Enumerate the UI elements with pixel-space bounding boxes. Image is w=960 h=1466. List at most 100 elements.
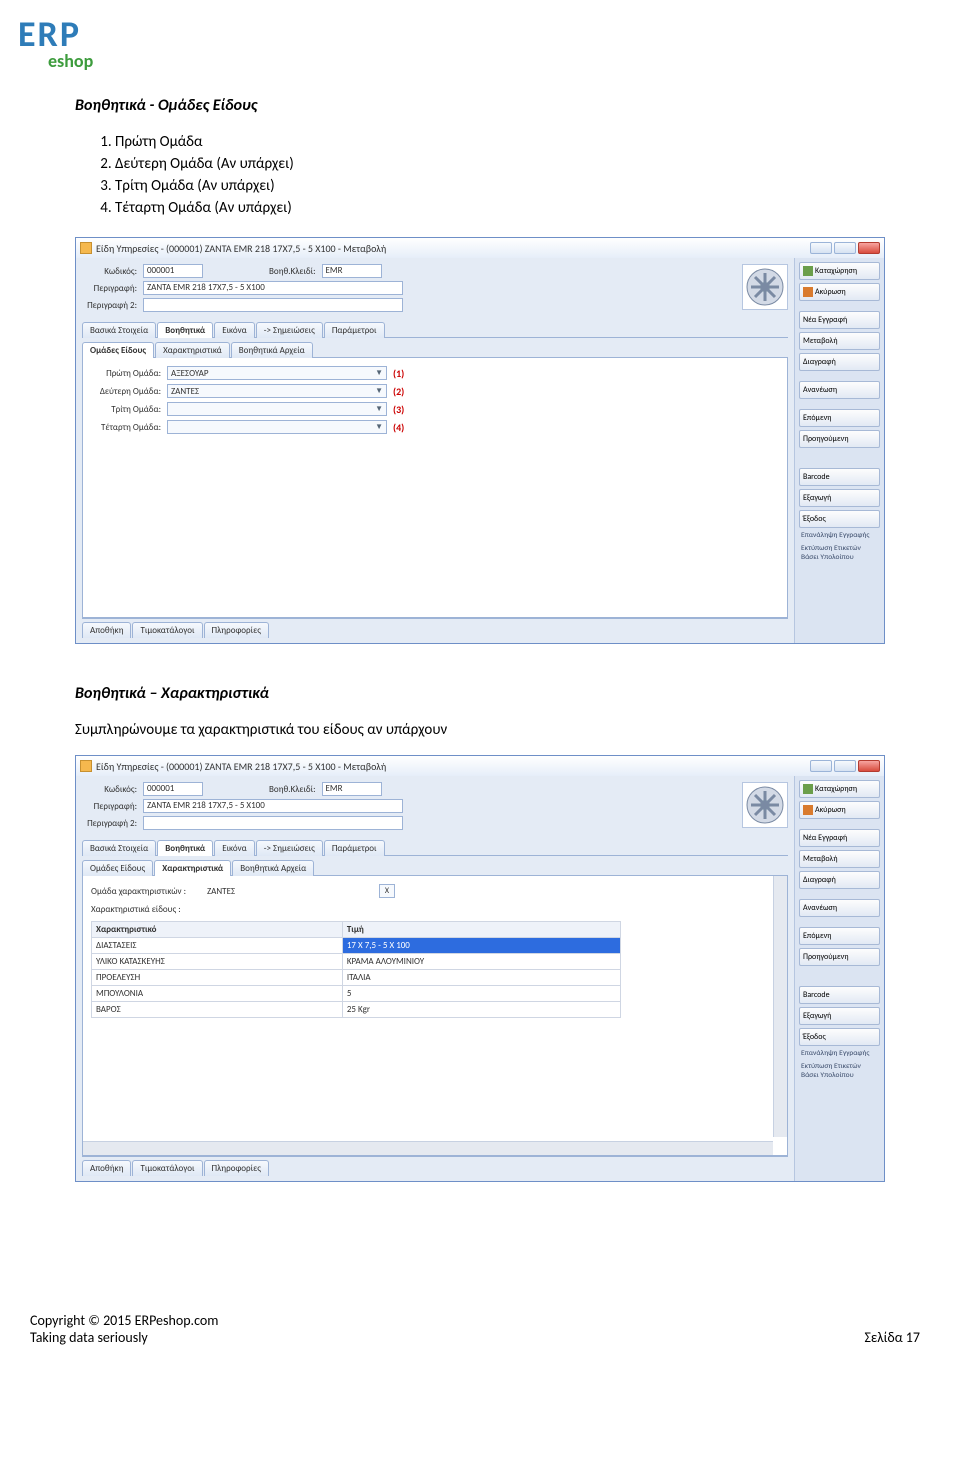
minimize-button[interactable] — [810, 242, 832, 254]
subtab-groups[interactable]: Ομάδες Είδους — [82, 342, 154, 358]
edit-button[interactable]: Μεταβολή — [799, 332, 880, 350]
code-label: Κωδικός: — [82, 266, 137, 277]
logo-eshop: eshop — [48, 50, 93, 72]
print-labels-label: Εκτύπωση Ετικετών Βάσει Υπολοίπου — [799, 1062, 880, 1081]
btab-pricelist[interactable]: Τιμοκατάλογοι — [132, 622, 202, 638]
group1-select[interactable]: ΑΞΕΣΟΥΑΡ▼ — [167, 366, 387, 380]
section-body-2: Συμπληρώνουμε τα χαρακτηριστικά του είδο… — [75, 721, 885, 739]
new-button[interactable]: Νέα Εγγραφή — [799, 829, 880, 847]
footer-copyright: Copyright © 2015 ERPeshop.com — [30, 1312, 930, 1329]
group3-label: Τρίτη Ομάδα: — [91, 404, 161, 415]
window-icon — [80, 242, 92, 254]
subtab-groups[interactable]: Ομάδες Είδους — [82, 860, 153, 876]
table-row[interactable]: ΒΑΡΟΣ25 Kgr — [92, 1002, 621, 1018]
save-button[interactable]: Καταχώρηση — [799, 780, 880, 798]
desc2-input[interactable] — [143, 816, 403, 830]
desc2-input[interactable] — [143, 298, 403, 312]
table-row[interactable]: ΜΠΟΥΛΟΝΙΑ5 — [92, 986, 621, 1002]
scrollbar-vertical[interactable] — [773, 876, 787, 1137]
group3-select[interactable]: ▼ — [167, 402, 387, 416]
char-group-select[interactable]: ΖΑΝΤΕΣ — [207, 886, 367, 897]
tab-notes[interactable]: -> Σημειώσεις — [256, 840, 323, 856]
window-titlebar-2: Είδη Υπηρεσίες - (000001) ZANTA EMR 218 … — [76, 756, 884, 776]
desc-input[interactable]: ZANTA EMR 218 17X7,5 - 5 X100 — [143, 281, 403, 295]
refresh-button[interactable]: Ανανέωση — [799, 899, 880, 917]
screenshot-characteristics: Είδη Υπηρεσίες - (000001) ZANTA EMR 218 … — [75, 755, 885, 1182]
list-item: Τρίτη Ομάδα (Αν υπάρχει) — [115, 177, 885, 195]
tab-basic[interactable]: Βασικά Στοιχεία — [82, 322, 156, 338]
btab-pricelist[interactable]: Τιμοκατάλογοι — [132, 1160, 202, 1176]
section-heading-2: Βοηθητικά – Χαρακτηριστικά — [75, 684, 885, 703]
delete-button[interactable]: Διαγραφή — [799, 353, 880, 371]
next-button[interactable]: Επόμενη — [799, 409, 880, 427]
group2-select[interactable]: ΖΑΝΤΕΣ▼ — [167, 384, 387, 398]
print-labels-label: Εκτύπωση Ετικετών Βάσει Υπολοίπου — [799, 544, 880, 563]
save-button[interactable]: Καταχώρηση — [799, 262, 880, 280]
tab-notes[interactable]: -> Σημειώσεις — [256, 322, 323, 338]
desc-label: Περιγραφή: — [82, 283, 137, 294]
close-button[interactable] — [858, 242, 880, 254]
exit-button[interactable]: Έξοδος — [799, 1028, 880, 1046]
chars-panel: Ομάδα χαρακτηριστικών : ΖΑΝΤΕΣ X Χαρακτη… — [82, 876, 788, 1156]
export-button[interactable]: Εξαγωγή — [799, 489, 880, 507]
maximize-button[interactable] — [834, 242, 856, 254]
cancel-button[interactable]: Ακύρωση — [799, 801, 880, 819]
tab-aux[interactable]: Βοηθητικά — [157, 840, 213, 856]
code-label: Κωδικός: — [82, 784, 137, 795]
footer-page: Σελίδα 17 — [864, 1329, 920, 1346]
mark-4: (4) — [393, 421, 404, 434]
new-button[interactable]: Νέα Εγγραφή — [799, 311, 880, 329]
next-button[interactable]: Επόμενη — [799, 927, 880, 945]
hkey-input[interactable]: EMR — [322, 782, 382, 796]
desc-input[interactable]: ZANTA EMR 218 17X7,5 - 5 X100 — [143, 799, 403, 813]
subtab-files[interactable]: Βοηθητικά Αρχεία — [231, 342, 313, 358]
mark-3: (3) — [393, 403, 404, 416]
tab-basic[interactable]: Βασικά Στοιχεία — [82, 840, 156, 856]
cancel-button[interactable]: Ακύρωση — [799, 283, 880, 301]
btab-stock[interactable]: Αποθήκη — [82, 1160, 131, 1176]
tab-image[interactable]: Εικόνα — [214, 840, 255, 856]
table-row[interactable]: ΔΙΑΣΤΑΣΕΙΣ17 X 7,5 - 5 X 100 — [92, 938, 621, 954]
characteristics-table[interactable]: ΧαρακτηριστικόΤιμή ΔΙΑΣΤΑΣΕΙΣ17 X 7,5 - … — [91, 921, 621, 1018]
table-row[interactable]: ΥΛΙΚΟ ΚΑΤΑΣΚΕΥΗΣΚΡΑΜΑ ΑΛΟΥΜΙΝΙΟΥ — [92, 954, 621, 970]
scrollbar-horizontal[interactable] — [83, 1141, 773, 1155]
barcode-button[interactable]: Barcode — [799, 468, 880, 486]
subtab-chars[interactable]: Χαρακτηριστικά — [154, 860, 231, 876]
footer-tagline: Taking data seriously — [30, 1329, 930, 1346]
delete-button[interactable]: Διαγραφή — [799, 871, 880, 889]
code-input[interactable]: 000001 — [143, 264, 203, 278]
export-button[interactable]: Εξαγωγή — [799, 1007, 880, 1025]
barcode-button[interactable]: Barcode — [799, 986, 880, 1004]
close-button[interactable] — [858, 760, 880, 772]
char-group-label: Ομάδα χαρακτηριστικών : — [91, 886, 201, 897]
prev-button[interactable]: Προηγούμενη — [799, 430, 880, 448]
window-title: Είδη Υπηρεσίες - (000001) ZANTA EMR 218 … — [96, 242, 386, 255]
hkey-input[interactable]: EMR — [322, 264, 382, 278]
hkey-label: Βοηθ.Κλειδί: — [269, 784, 316, 795]
edit-button[interactable]: Μεταβολή — [799, 850, 880, 868]
btab-info[interactable]: Πληροφορίες — [204, 1160, 269, 1176]
mark-1: (1) — [393, 367, 404, 380]
maximize-button[interactable] — [834, 760, 856, 772]
group4-label: Τέταρτη Ομάδα: — [91, 422, 161, 433]
clear-char-group-button[interactable]: X — [379, 884, 395, 898]
tab-params[interactable]: Παράμετροι — [324, 322, 385, 338]
refresh-button[interactable]: Ανανέωση — [799, 381, 880, 399]
subtab-files[interactable]: Βοηθητικά Αρχεία — [232, 860, 314, 876]
code-input[interactable]: 000001 — [143, 782, 203, 796]
table-row[interactable]: ΠΡΟΕΛΕΥΣΗΙΤΑΛΙΑ — [92, 970, 621, 986]
screenshot-groups: Είδη Υπηρεσίες - (000001) ZANTA EMR 218 … — [75, 237, 885, 644]
minimize-button[interactable] — [810, 760, 832, 772]
group4-select[interactable]: ▼ — [167, 420, 387, 434]
exit-button[interactable]: Έξοδος — [799, 510, 880, 528]
section-heading-1: Βοηθητικά - Ομάδες Είδους — [75, 96, 885, 115]
tab-aux[interactable]: Βοηθητικά — [157, 322, 213, 338]
mark-2: (2) — [393, 385, 404, 398]
btab-stock[interactable]: Αποθήκη — [82, 622, 131, 638]
list-item: Δεύτερη Ομάδα (Αν υπάρχει) — [115, 155, 885, 173]
tab-params[interactable]: Παράμετροι — [324, 840, 385, 856]
subtab-chars[interactable]: Χαρακτηριστικά — [155, 342, 230, 358]
tab-image[interactable]: Εικόνα — [214, 322, 255, 338]
btab-info[interactable]: Πληροφορίες — [204, 622, 269, 638]
prev-button[interactable]: Προηγούμενη — [799, 948, 880, 966]
